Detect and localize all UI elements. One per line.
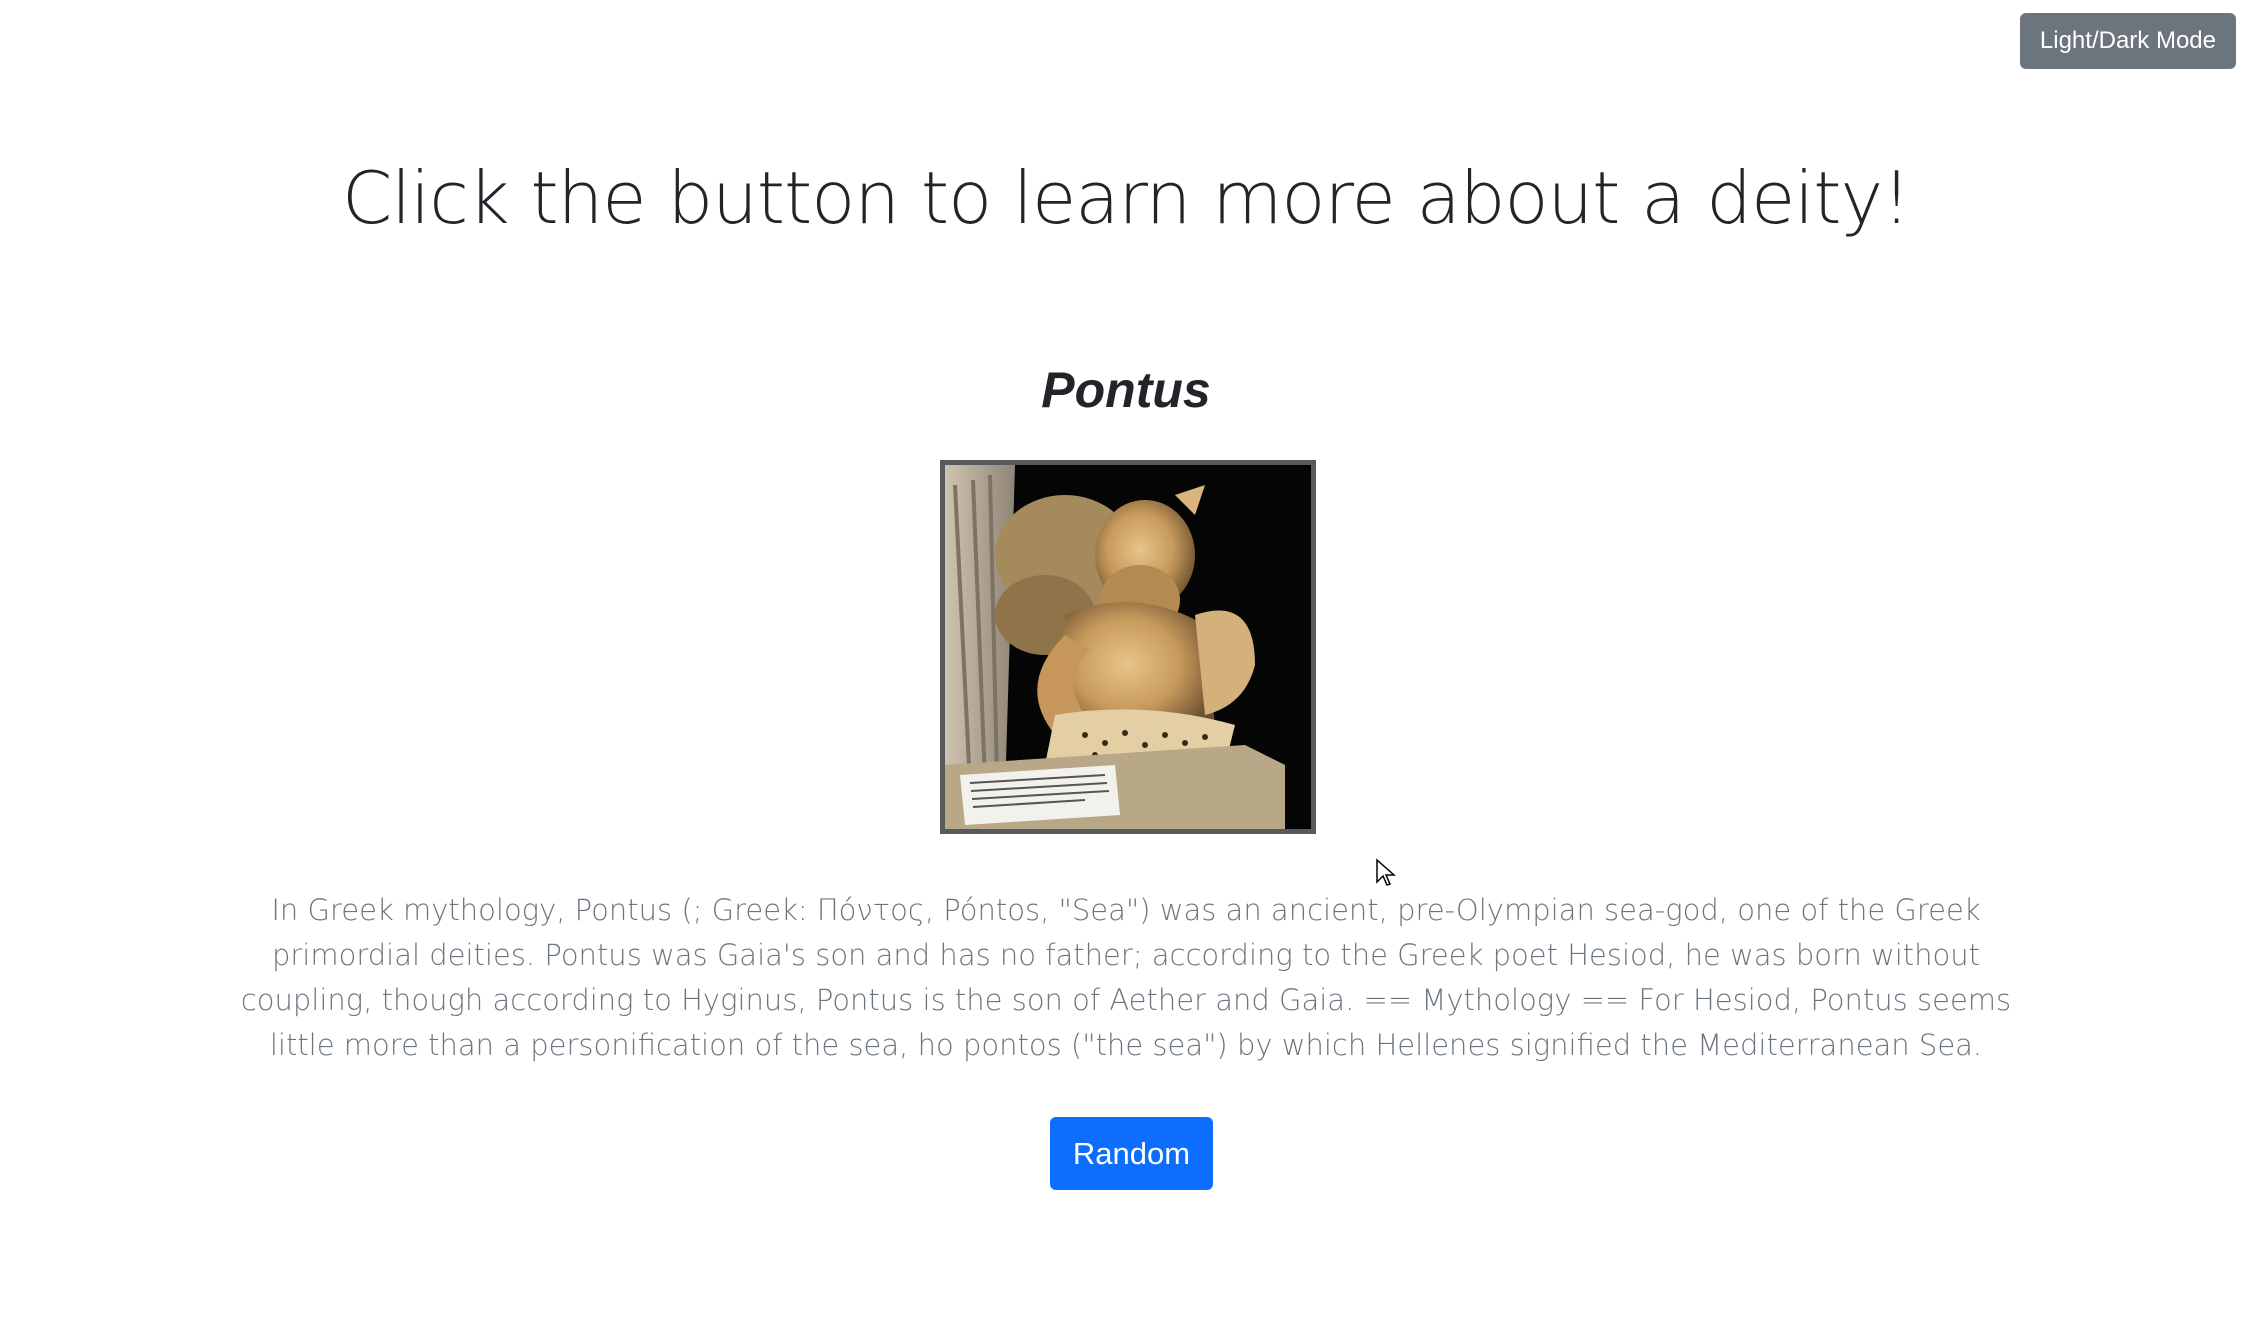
random-button[interactable]: Random [1050,1117,1213,1190]
page-title: Click the button to learn more about a d… [341,156,1911,240]
mouse-cursor-icon [1376,858,1396,886]
deity-image [940,460,1316,834]
page: Light/Dark Mode Click the button to lear… [0,0,2252,1333]
light-dark-mode-button[interactable]: Light/Dark Mode [2019,13,2236,69]
deity-description: In Greek mythology, Pontus (; Greek: Πόν… [240,893,2012,1062]
deity-name: Pontus [1041,362,1211,418]
